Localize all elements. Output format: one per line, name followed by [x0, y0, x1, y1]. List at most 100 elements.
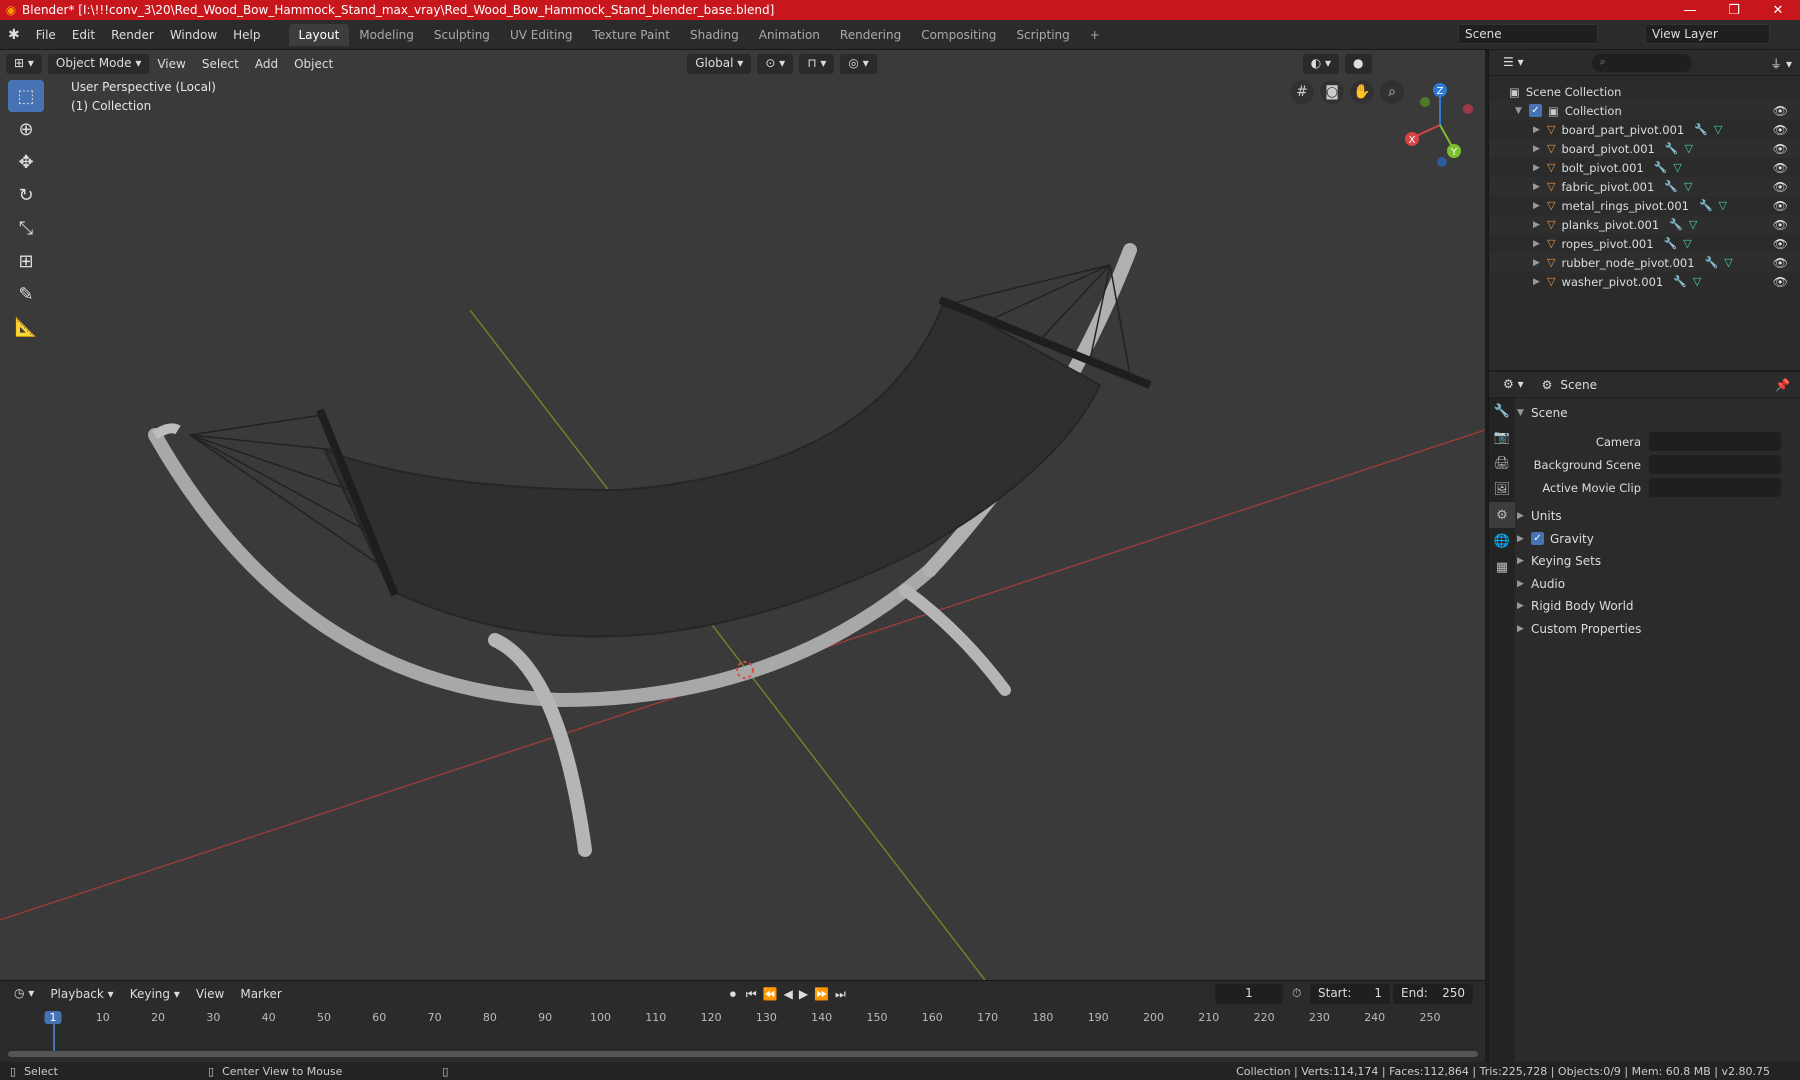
mesh-data-icon[interactable]: ▽ [1719, 199, 1727, 212]
audio-subpanel[interactable]: ▶ Audio [1517, 573, 1797, 596]
gravity-subpanel[interactable]: ▶ ✓ Gravity [1517, 528, 1797, 551]
mesh-data-icon[interactable]: ▽ [1683, 237, 1691, 250]
scale-icon[interactable]: ⤡ [8, 212, 44, 244]
viewport-menu-add[interactable]: Add [247, 57, 286, 71]
minimize-icon[interactable]: — [1668, 3, 1712, 18]
modifier-wrench-icon[interactable]: 🔧 [1705, 256, 1719, 269]
modifier-wrench-icon[interactable]: 🔧 [1699, 199, 1713, 212]
close-icon[interactable]: ✕ [1756, 3, 1800, 18]
outliner-object-row[interactable]: ▶ ▽ board_part_pivot.001 🔧 ▽ 👁 [1489, 120, 1800, 139]
menu-window[interactable]: Window [162, 28, 225, 42]
timeline-menu-view[interactable]: View [188, 987, 232, 1001]
scene-tab-icon[interactable]: ⚙ [1489, 502, 1515, 528]
camera-view-icon[interactable]: ◙ [1320, 80, 1344, 104]
tab-scripting[interactable]: Scripting [1006, 24, 1079, 46]
expand-chevron-icon[interactable]: ▶ [1533, 201, 1547, 211]
mesh-data-icon[interactable]: ▽ [1689, 218, 1697, 231]
editor-type-button[interactable]: ⊞ ▾ [6, 54, 42, 74]
expand-chevron-icon[interactable]: ▶ [1533, 182, 1547, 192]
visibility-eye-icon[interactable]: 👁 [1773, 275, 1788, 289]
tab-layout[interactable]: Layout [288, 23, 350, 46]
timeline-menu-playback[interactable]: Playback ▾ [42, 987, 121, 1001]
playhead[interactable] [53, 1021, 55, 1051]
visibility-eye-icon[interactable]: 👁 [1773, 237, 1788, 251]
expand-chevron-icon[interactable]: ▶ [1533, 144, 1547, 154]
tab-shading[interactable]: Shading [680, 24, 749, 46]
visibility-eye-icon[interactable]: 👁 [1773, 161, 1788, 175]
mesh-data-icon[interactable]: ▽ [1684, 180, 1692, 193]
expand-chevron-icon[interactable]: ▶ [1533, 220, 1547, 230]
outliner-object-row[interactable]: ▶ ▽ metal_rings_pivot.001 🔧 ▽ 👁 [1489, 196, 1800, 215]
collection-exclude-checkbox[interactable]: ✓ [1529, 104, 1542, 117]
outliner-editor-type-button[interactable]: ☰ ▾ [1495, 52, 1532, 73]
render-tab-icon[interactable]: 📷 [1489, 424, 1515, 450]
outliner-object-row[interactable]: ▶ ▽ rubber_node_pivot.001 🔧 ▽ 👁 [1489, 253, 1800, 272]
measure-icon[interactable]: 📐 [8, 311, 44, 343]
outliner-object-row[interactable]: ▶ ▽ ropes_pivot.001 🔧 ▽ 👁 [1489, 234, 1800, 253]
visibility-eye-icon[interactable]: 👁 [1773, 256, 1788, 270]
snap-icon[interactable]: ⊓ ▾ [799, 54, 835, 74]
move-icon[interactable]: ✥ [8, 146, 44, 178]
timeline-ruler[interactable]: 1 10 20 30 40 50 60 70 80 90 100 110 120 130 140 150 160… [0, 1007, 1485, 1029]
annotate-icon[interactable]: ✎ [8, 278, 44, 310]
texture-tab-icon[interactable]: ▦ [1489, 554, 1515, 580]
next-keyframe-icon[interactable]: ⏩ [814, 987, 829, 1001]
modifier-wrench-icon[interactable]: 🔧 [1664, 180, 1678, 193]
outliner-object-row[interactable]: ▶ ▽ fabric_pivot.001 🔧 ▽ 👁 [1489, 177, 1800, 196]
outliner-object-row[interactable]: ▶ ▽ washer_pivot.001 🔧 ▽ 👁 [1489, 272, 1800, 291]
navigation-gizmo[interactable]: Z X Y [1405, 83, 1473, 167]
visibility-eye-icon[interactable]: 👁 [1773, 180, 1788, 194]
viewport-menu-view[interactable]: View [149, 57, 193, 71]
menu-file[interactable]: File [28, 28, 64, 42]
tab-rendering[interactable]: Rendering [830, 24, 911, 46]
menu-render[interactable]: Render [103, 28, 162, 42]
modifier-wrench-icon[interactable]: 🔧 [1664, 237, 1678, 250]
filter-icon[interactable]: ⏚ ▾ [1762, 52, 1800, 73]
expand-chevron-icon[interactable]: ▶ [1533, 277, 1547, 287]
tool-settings-tab-icon[interactable]: 🔧 [1489, 398, 1515, 424]
collapse-chevron-icon[interactable]: ▼ [1515, 106, 1529, 116]
pin-icon[interactable]: 📌 [1775, 378, 1790, 392]
viewport-menu-object[interactable]: Object [286, 57, 341, 71]
outliner-object-row[interactable]: ▶ ▽ bolt_pivot.001 🔧 ▽ 👁 [1489, 158, 1800, 177]
shading-solid-icon[interactable]: ● [1345, 54, 1372, 74]
output-tab-icon[interactable]: 🖨 [1489, 450, 1515, 476]
tab-texture-paint[interactable]: Texture Paint [583, 24, 680, 46]
mesh-data-icon[interactable]: ▽ [1685, 142, 1693, 155]
scene-panel-header[interactable]: ▼ Scene [1517, 402, 1797, 424]
view-layer-selector[interactable]: View Layer [1645, 24, 1770, 44]
zoom-icon[interactable]: ⌕ [1380, 80, 1404, 104]
world-tab-icon[interactable]: 🌐 [1489, 528, 1515, 554]
prev-keyframe-icon[interactable]: ⏪ [763, 987, 778, 1001]
rigid-body-world-subpanel[interactable]: ▶ Rigid Body World [1517, 595, 1797, 618]
visibility-eye-icon[interactable]: 👁 [1773, 123, 1788, 137]
modifier-wrench-icon[interactable]: 🔧 [1694, 123, 1708, 136]
toggle-grid-icon[interactable]: # [1290, 80, 1314, 104]
units-subpanel[interactable]: ▶ Units [1517, 505, 1797, 528]
tab-animation[interactable]: Animation [749, 24, 830, 46]
transform-icon[interactable]: ⊞ [8, 245, 44, 277]
stopwatch-icon[interactable]: ⏱ [1292, 986, 1301, 1001]
viewport-menu-select[interactable]: Select [194, 57, 247, 71]
mesh-data-icon[interactable]: ▽ [1714, 123, 1722, 136]
jump-end-icon[interactable]: ⏭ [835, 987, 846, 1002]
timeline-scrollbar[interactable] [8, 1051, 1478, 1057]
blender-menu-icon[interactable]: ✱ [0, 27, 28, 43]
maximize-icon[interactable]: ❐ [1712, 3, 1756, 18]
cursor-icon[interactable]: ⊕ [8, 113, 44, 145]
menu-help[interactable]: Help [225, 28, 268, 42]
pivot-point-icon[interactable]: ⊙ ▾ [757, 54, 794, 74]
mesh-data-icon[interactable]: ▽ [1724, 256, 1732, 269]
select-box-icon[interactable]: ⬚ [8, 80, 44, 112]
visibility-eye-icon[interactable]: 👁 [1773, 104, 1788, 118]
modifier-wrench-icon[interactable]: 🔧 [1654, 161, 1668, 174]
proportional-edit-icon[interactable]: ◎ ▾ [840, 54, 877, 74]
overlays-icon[interactable]: ◐ ▾ [1302, 54, 1340, 74]
outliner-object-row[interactable]: ▶ ▽ planks_pivot.001 🔧 ▽ 👁 [1489, 215, 1800, 234]
tab-sculpting[interactable]: Sculpting [424, 24, 500, 46]
gravity-checkbox[interactable]: ✓ [1531, 532, 1544, 546]
visibility-eye-icon[interactable]: 👁 [1773, 142, 1788, 156]
current-frame-field[interactable]: 1 [1215, 984, 1283, 1004]
expand-chevron-icon[interactable]: ▶ [1533, 163, 1547, 173]
mode-selector[interactable]: Object Mode ▾ [47, 54, 150, 74]
